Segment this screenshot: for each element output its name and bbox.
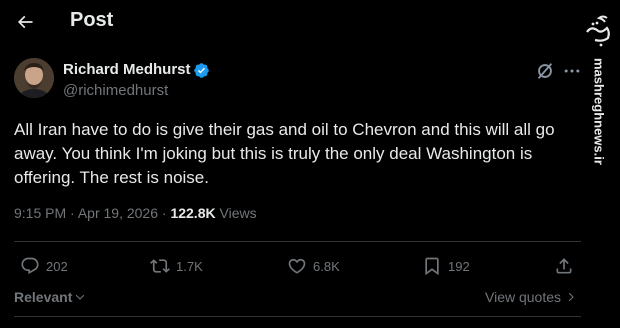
page-title: Post bbox=[70, 9, 114, 31]
bookmark-count: 192 bbox=[448, 258, 470, 274]
share-button[interactable] bbox=[554, 255, 574, 277]
chevron-down-icon bbox=[76, 294, 85, 300]
tweet-time[interactable]: 9:15 PM bbox=[14, 205, 66, 221]
back-button[interactable] bbox=[8, 5, 42, 39]
reply-button[interactable]: 202 bbox=[20, 255, 68, 277]
view-quotes-link[interactable]: View quotes bbox=[485, 289, 577, 305]
avatar[interactable] bbox=[14, 58, 54, 98]
repost-count: 1.7K bbox=[176, 258, 203, 274]
chevron-right-icon bbox=[568, 292, 574, 302]
watermark: mashreghnews.ir bbox=[583, 8, 613, 328]
grok-icon[interactable] bbox=[534, 60, 556, 82]
back-arrow-icon bbox=[17, 15, 33, 29]
like-count: 6.8K bbox=[313, 258, 340, 274]
author-name[interactable]: Richard Medhurst bbox=[63, 61, 191, 78]
meta-separator: · bbox=[161, 205, 167, 221]
sort-label: Relevant bbox=[14, 289, 73, 305]
tweet-meta: 9:15 PM · Apr 19, 2026 · 122.8K Views bbox=[14, 205, 257, 221]
share-icon bbox=[556, 258, 572, 274]
like-icon bbox=[288, 258, 306, 274]
watermark-site-text: mashreghnews.ir bbox=[592, 58, 607, 165]
reply-icon bbox=[21, 257, 39, 275]
bookmark-icon bbox=[425, 257, 439, 276]
divider bbox=[14, 241, 581, 242]
view-quotes-label: View quotes bbox=[485, 289, 562, 305]
reply-count: 202 bbox=[46, 258, 68, 274]
bookmark-button[interactable]: 192 bbox=[422, 255, 470, 277]
divider bbox=[14, 316, 581, 317]
like-button[interactable]: 6.8K bbox=[287, 255, 340, 277]
more-icon[interactable] bbox=[561, 60, 583, 82]
author-handle[interactable]: @richimedhurst bbox=[63, 82, 168, 99]
svg-text:mashreghnews.ir: mashreghnews.ir bbox=[592, 58, 607, 165]
views-count: 122.8K bbox=[170, 205, 216, 221]
verified-badge-icon bbox=[193, 62, 210, 79]
views-label: Views bbox=[219, 205, 257, 221]
tweet-text: All Iran have to do is give their gas an… bbox=[14, 120, 555, 187]
repost-button[interactable]: 1.7K bbox=[150, 255, 203, 277]
watermark-logo-icon bbox=[586, 15, 610, 47]
sort-replies-dropdown[interactable]: Relevant bbox=[14, 289, 86, 305]
repost-icon bbox=[150, 259, 170, 273]
tweet-date[interactable]: Apr 19, 2026 bbox=[78, 205, 158, 221]
meta-separator: · bbox=[70, 205, 75, 221]
